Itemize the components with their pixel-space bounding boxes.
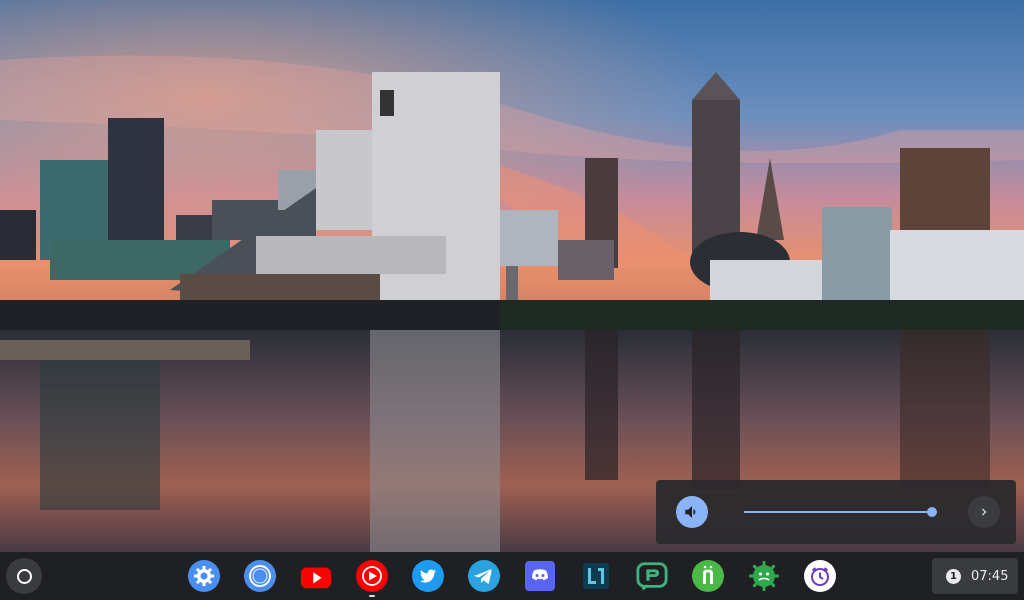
- pushbullet-app[interactable]: [636, 560, 668, 592]
- l1-app[interactable]: [580, 560, 612, 592]
- clock-time: 07:45: [971, 568, 1009, 584]
- status-tray[interactable]: 1 07:45: [932, 558, 1018, 594]
- chrome-icon: [244, 560, 276, 592]
- discord-icon: [525, 561, 555, 591]
- youtube-music-app[interactable]: [356, 560, 388, 597]
- volume-mute-button[interactable]: [676, 496, 708, 528]
- youtube-app[interactable]: [300, 560, 332, 592]
- audio-settings-button[interactable]: [968, 496, 1000, 528]
- settings-app[interactable]: [188, 560, 220, 592]
- volume-popup: [656, 480, 1016, 544]
- n-logo-icon: [692, 560, 724, 592]
- discord-app[interactable]: [524, 560, 556, 592]
- l1-logo-icon: [583, 563, 609, 589]
- twitter-bird-icon: [412, 560, 444, 592]
- clock-app[interactable]: [804, 560, 836, 592]
- android-icon: [749, 561, 779, 591]
- alarm-clock-icon: [804, 560, 836, 592]
- android-app[interactable]: [748, 560, 780, 592]
- twitter-app[interactable]: [412, 560, 444, 592]
- volume-slider-fill: [744, 511, 933, 513]
- notification-count-badge: 1: [946, 568, 961, 584]
- running-indicator: [369, 595, 375, 597]
- chrome-app[interactable]: [244, 560, 276, 592]
- telegram-plane-icon: [468, 560, 500, 592]
- launcher-icon: [16, 568, 32, 584]
- pushbullet-icon: [636, 562, 668, 591]
- launcher-button[interactable]: [6, 558, 42, 594]
- volume-icon: [685, 506, 696, 518]
- youtube-music-icon: [356, 560, 388, 592]
- chevron-right-icon: [982, 508, 987, 516]
- desktop-wallpaper: [0, 0, 1024, 552]
- telegram-app[interactable]: [468, 560, 500, 592]
- volume-slider-thumb[interactable]: [927, 507, 938, 517]
- settings-gear-icon: [188, 560, 220, 592]
- shelf: 1 07:45: [0, 552, 1024, 600]
- volume-slider[interactable]: [744, 507, 938, 517]
- youtube-icon: [300, 567, 332, 589]
- n-app[interactable]: [692, 560, 724, 592]
